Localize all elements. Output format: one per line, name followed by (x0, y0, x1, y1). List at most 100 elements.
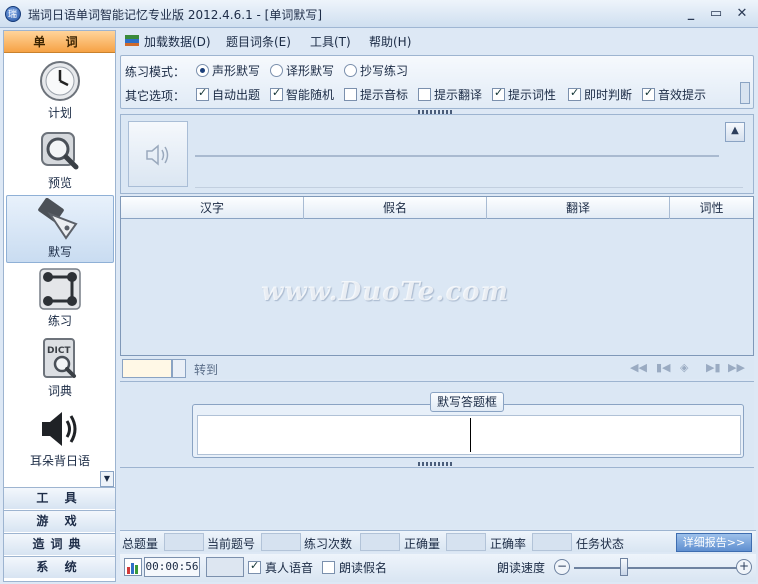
collapse-panel-button[interactable]: ▲ (725, 122, 745, 142)
menu-help[interactable]: 帮助(H) (369, 33, 411, 50)
checkbox-auto-question[interactable] (196, 86, 209, 101)
stats-bar: 总题量 当前题号 练习次数 正确量 正确率 任务状态 详细报告>> (120, 530, 756, 552)
play-audio-button[interactable] (128, 121, 188, 187)
checkbox-label: 即时判断 (584, 88, 633, 102)
minimize-button[interactable]: _ (680, 5, 702, 23)
checkbox-hint-phonetic[interactable] (344, 88, 357, 101)
sidebar-category-games[interactable]: 游 戏 (4, 510, 115, 532)
next-page-icon[interactable]: ▶▮ (706, 361, 721, 374)
sidebar-item-ear-japanese[interactable]: 耳朵背日语 (6, 405, 114, 473)
column-header-translation[interactable]: 翻译 (487, 197, 670, 219)
checkbox-label: 朗读假名 (339, 561, 388, 575)
mode-radio-copy[interactable] (344, 64, 357, 77)
bottom-bar: 00:00:56 真人语音 朗读假名 朗读速度 − + (120, 554, 756, 582)
maximize-button[interactable]: ▭ (705, 5, 727, 23)
menu-entries[interactable]: 题目词条(E) (226, 33, 291, 50)
speed-slider-track[interactable] (574, 567, 744, 569)
sidebar-item-label: 练习 (47, 314, 72, 328)
sidebar: 单 词 计划 预览 默写 练习 DICT 词典 耳朵背日语 ▼ 工 具 游 戏 … (3, 30, 116, 582)
svg-text:DICT: DICT (47, 346, 71, 356)
answer-box-label: 默写答题框 (430, 392, 505, 412)
stat-practice-count-value (360, 533, 400, 551)
dict-book-icon: DICT (36, 337, 84, 381)
read-speed-label: 朗读速度 (497, 561, 546, 575)
sidebar-item-dictation[interactable]: 默写 (6, 195, 114, 263)
sidebar-category-tools[interactable]: 工 具 (4, 487, 115, 509)
checkbox-sound-effect[interactable] (642, 86, 655, 101)
stat-correct-label: 正确量 (404, 537, 441, 551)
bar-chart-icon[interactable] (124, 558, 142, 576)
column-header-part-of-speech[interactable]: 词性 (670, 197, 753, 219)
word-table: 汉字 假名 翻译 词性 www.DuoTe.com (120, 196, 754, 356)
app-logo-icon (5, 6, 21, 22)
sidebar-item-practice[interactable]: 练习 (6, 265, 114, 333)
checkbox-label: 智能随机 (286, 88, 335, 102)
watermark: www.DuoTe.com (261, 277, 510, 307)
checkbox-label: 自动出题 (212, 88, 261, 102)
stat-task-status-label: 任务状态 (576, 537, 625, 551)
checkbox-label: 音效提示 (658, 88, 707, 102)
answer-group (192, 404, 744, 458)
mode-radio-translation[interactable] (270, 64, 283, 77)
center-icon[interactable]: ◈ (680, 361, 688, 374)
stat-total-label: 总题量 (122, 537, 159, 551)
answer-input[interactable] (197, 415, 741, 455)
lower-pane (120, 467, 754, 529)
elapsed-time: 00:00:56 (144, 557, 200, 577)
checkbox-smart-random[interactable] (270, 86, 283, 101)
goto-button[interactable]: 转到 (194, 361, 218, 378)
mode-label: 抄写练习 (360, 64, 409, 78)
sidebar-category-build-dict[interactable]: 造词典 (4, 533, 115, 555)
stat-accuracy-value (532, 533, 572, 551)
sidebar-item-label: 预览 (47, 176, 72, 190)
checkbox-real-voice[interactable] (248, 559, 261, 574)
speaker-icon (36, 407, 84, 451)
checkbox-label: 提示词性 (508, 88, 557, 102)
pen-nib-icon (36, 197, 84, 242)
checkbox-hint-part-of-speech[interactable] (492, 86, 505, 101)
speed-decrease-button[interactable]: − (554, 559, 570, 575)
detail-report-button[interactable]: 详细报告>> (676, 533, 752, 552)
sidebar-category-system[interactable]: 系 统 (4, 556, 115, 578)
menu-bar: 加载数据(D) 题目词条(E) 工具(T) 帮助(H) (120, 30, 756, 52)
other-options-label: 其它选项： (125, 89, 186, 103)
last-page-icon[interactable]: ▶▶ (728, 361, 745, 374)
checkbox-hint-translation[interactable] (418, 88, 431, 101)
options-scrollbar[interactable] (740, 82, 750, 104)
mode-label: 声形默写 (212, 64, 261, 78)
sidebar-header-words[interactable]: 单 词 (4, 31, 115, 53)
table-header: 汉字 假名 翻译 词性 (121, 197, 753, 219)
sidebar-scroll-down-button[interactable]: ▼ (100, 471, 114, 487)
checkbox-read-kana[interactable] (322, 561, 335, 574)
page-spinner[interactable] (172, 359, 186, 378)
book-stack-icon (124, 34, 140, 47)
stat-practice-count-label: 练习次数 (304, 537, 353, 551)
sidebar-item-dictionary[interactable]: DICT 词典 (6, 335, 114, 403)
first-page-icon[interactable]: ◀◀ (630, 361, 647, 374)
stat-current-value (261, 533, 301, 551)
answer-area: 默写答题框 (120, 381, 754, 465)
checkbox-label: 提示翻译 (434, 88, 483, 102)
answer-splitter-handle[interactable] (418, 462, 454, 466)
stat-current-label: 当前题号 (207, 537, 256, 551)
sidebar-item-preview[interactable]: 预览 (6, 127, 114, 195)
page-number-input[interactable] (122, 359, 172, 378)
menu-tools[interactable]: 工具(T) (310, 33, 351, 50)
clock-icon (36, 59, 84, 103)
stat-accuracy-label: 正确率 (490, 537, 527, 551)
mode-label: 译形默写 (286, 64, 335, 78)
speed-increase-button[interactable]: + (736, 559, 752, 575)
prev-page-icon[interactable]: ▮◀ (656, 361, 671, 374)
sidebar-item-label: 耳朵背日语 (29, 454, 90, 468)
sidebar-item-plan[interactable]: 计划 (6, 57, 114, 125)
checkbox-label: 提示音标 (360, 88, 409, 102)
checkbox-instant-judge[interactable] (568, 86, 581, 101)
mode-radio-sound-shape[interactable] (196, 64, 209, 77)
speed-slider-thumb[interactable] (620, 558, 628, 576)
column-header-kanji[interactable]: 汉字 (121, 197, 304, 219)
menu-load-data[interactable]: 加载数据(D) (144, 33, 211, 50)
options-panel: 练习模式： 声形默写 译形默写 抄写练习 其它选项： 自动出题 智能随机 提示音… (120, 55, 754, 109)
close-button[interactable]: ✕ (731, 5, 753, 23)
column-header-kana[interactable]: 假名 (304, 197, 487, 219)
sidebar-item-label: 词典 (47, 384, 72, 398)
